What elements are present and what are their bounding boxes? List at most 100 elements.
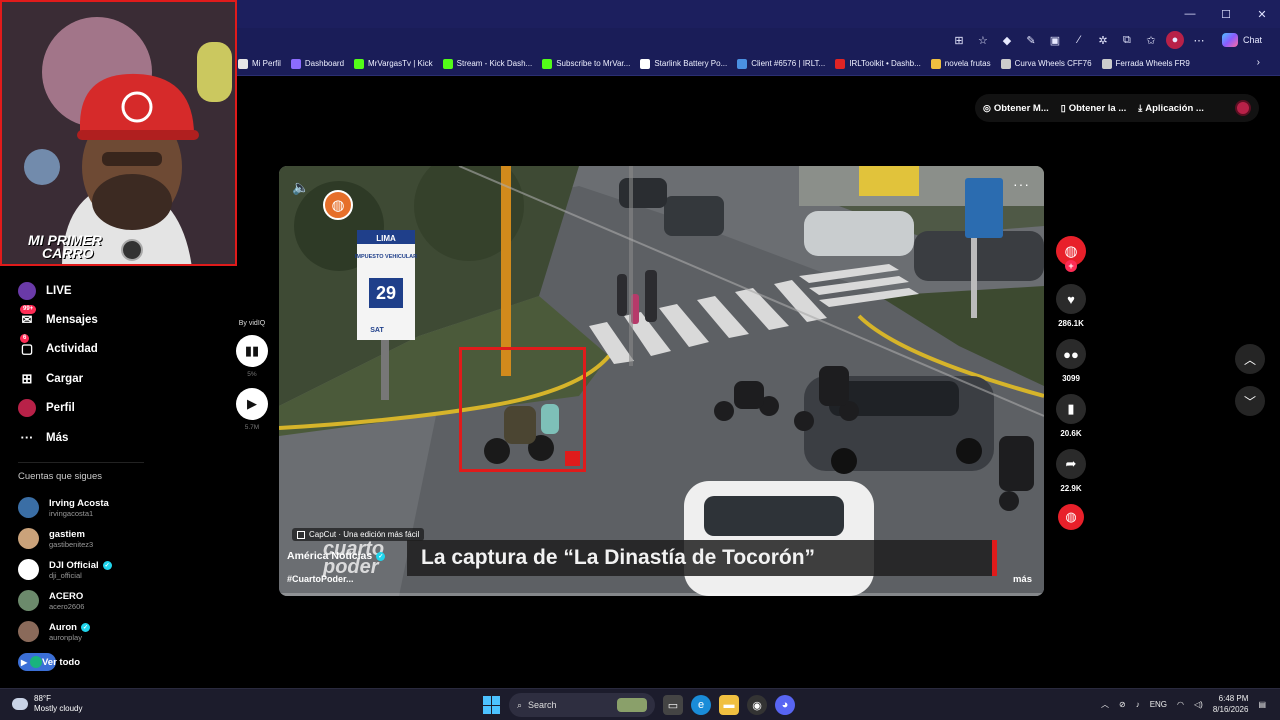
copilot-chat-button[interactable]: Chat [1221,33,1262,47]
account-handle: auronplay [49,632,82,642]
sound-globe-icon: ◍ [1065,509,1077,524]
play-button[interactable]: ▶ [236,388,268,420]
favorites-icon[interactable]: ✩ [1142,31,1160,49]
desktop-app-button[interactable]: ⤓ Aplicación ... [1138,103,1204,114]
extension-diamond-icon[interactable]: ◆ [998,31,1016,49]
vidiq-score: 5% [247,371,257,378]
windows-taskbar: 88°F Mostly cloudy ⌕ Search ▭ e ▬ ◉ ◕ ︿ … [0,688,1280,720]
minimize-button[interactable]: — [1172,0,1208,28]
see-all-label: Ver todo [42,656,81,668]
nav-item-mensajes[interactable]: ✉ 99+ Mensajes [18,305,158,334]
split-screen-icon[interactable]: ⧉ [1118,31,1136,49]
speaker-icon[interactable]: ◁) [1194,700,1203,709]
following-account[interactable]: gastiem gastibenitez3 [18,523,158,554]
comment-button[interactable]: ●● [1056,339,1086,369]
bookmark-item[interactable]: Mi Perfil [238,58,281,69]
microphone-icon[interactable]: ♪ [1136,700,1140,709]
video-progress-bar[interactable] [279,593,1044,596]
volume-icon[interactable]: 🔈 [292,179,309,196]
get-coins-button[interactable]: ◎ Obtener M... [983,103,1049,114]
network-off-icon[interactable]: ⊘ [1119,700,1126,709]
windows-start-icon[interactable] [483,696,501,714]
bookmark-item[interactable]: MrVargasTv | Kick [354,58,433,69]
next-video-button[interactable]: ﹀ [1235,386,1265,416]
bookmark-item[interactable]: Client #6576 | IRLT... [737,58,825,69]
bookmark-item[interactable]: IRLToolkit • Dashb... [835,58,921,69]
nav-item-más[interactable]: ··· Más [18,423,158,452]
bookmark-item[interactable]: novela frutas [930,58,991,69]
header-actions: ◎ Obtener M... ▯ Obtener la ... ⤓ Aplica… [975,94,1259,122]
vidiq-stats-button[interactable]: ▮▮ [236,335,268,367]
comment-icon: ●● [1063,346,1079,362]
language-indicator[interactable]: ENG [1150,700,1167,709]
extension-box-icon[interactable]: ▣ [1046,31,1064,49]
get-app-button[interactable]: ▯ Obtener la ... [1061,103,1127,114]
weather-desc: Mostly cloudy [34,704,83,713]
apps-icon[interactable]: ⊞ [950,31,968,49]
star-icon[interactable]: ☆ [974,31,992,49]
author-name[interactable]: América Noticias ✓ [287,550,386,562]
bookmark-item[interactable]: Stream - Kick Dash... [442,58,532,69]
bookmark-favicon-icon [1000,58,1011,69]
previous-video-button[interactable]: ︿ [1235,344,1265,374]
profile-avatar[interactable] [1235,100,1251,116]
tray-chevron-icon[interactable]: ︿ [1101,699,1109,710]
eyedropper-icon[interactable]: ⁄ [1070,31,1088,49]
nav-item-cargar[interactable]: ⊞ Cargar [18,364,158,393]
account-name: Irving Acosta [49,497,109,509]
puzzle-icon[interactable]: ✲ [1094,31,1112,49]
taskbar-clock[interactable]: 6:48 PM 8/16/2026 [1213,693,1249,715]
close-button[interactable]: ✕ [1244,0,1280,28]
weather-widget[interactable]: 88°F Mostly cloudy [12,694,82,714]
more-options-icon[interactable]: ··· [1013,176,1030,192]
task-view-icon[interactable]: ▭ [663,695,683,715]
more-description-link[interactable]: más [1013,574,1032,585]
bookmark-label: novela frutas [944,59,991,68]
account-handle: gastibenitez3 [49,539,94,549]
bookmark-item[interactable]: Starlink Battery Po... [640,58,727,69]
following-account[interactable]: ACERO acero2606 [18,585,158,616]
see-all-button[interactable]: ▶ Ver todo [18,653,158,672]
file-explorer-icon[interactable]: ▬ [719,695,739,715]
sign-impuesto-text: IMPUESTO VEHICULAR [355,254,417,260]
bookmark-item[interactable]: Curva Wheels CFF76 [1000,58,1092,69]
save-button[interactable]: ▮ [1056,394,1086,424]
obs-icon[interactable]: ◉ [747,695,767,715]
nav-item-actividad[interactable]: ▢ 6 Actividad [18,334,158,364]
bookmark-favicon-icon [290,58,301,69]
browser-profile-icon[interactable]: ● [1165,31,1184,49]
bookmarks-overflow-icon[interactable]: › [1257,57,1260,68]
nav-item-live[interactable]: LIVE [18,276,158,305]
pen-icon[interactable]: ✎ [1022,31,1040,49]
discord-icon[interactable]: ◕ [775,695,795,715]
wifi-icon[interactable]: ◠ [1177,700,1184,709]
maximize-button[interactable]: ☐ [1208,0,1244,28]
author-avatar-button[interactable]: ◍ + [1056,236,1086,272]
taskbar-search[interactable]: ⌕ Search [509,693,655,717]
account-avatar [18,497,39,519]
account-name: gastiem [49,528,85,540]
nav-item-perfil[interactable]: Perfil [18,394,158,423]
menu-dots-icon[interactable]: ⋯ [1190,31,1208,49]
following-account[interactable]: Irving Acosta irvingacosta1 [18,492,158,523]
following-account[interactable]: DJI Official ✓ dji_official [18,554,158,585]
more-icon: ··· [20,430,34,446]
bookmark-item[interactable]: Dashboard [290,58,344,69]
bookmark-item[interactable]: Ferrada Wheels FR9 [1101,58,1190,69]
heart-icon: ♥ [1067,291,1075,307]
caption-accent [992,540,997,576]
sound-disc-button[interactable]: ◍ [1058,504,1084,530]
following-account[interactable]: Auron ✓ auronplay [18,616,158,647]
sign-lima-text: LIMA [376,234,396,243]
bookmark-item[interactable]: Subscribe to MrVar... [542,58,630,69]
video-player[interactable]: LIMA IMPUESTO VEHICULAR 29 SAT 🔈 ◍ ··· C… [279,166,1044,596]
share-button[interactable]: ➦ [1056,449,1086,479]
like-button[interactable]: ♥ [1056,284,1086,314]
bookmark-favicon-icon [835,58,846,69]
edge-browser-icon[interactable]: e [691,695,711,715]
bookmark-label: IRLToolkit • Dashb... [849,59,921,68]
video-hashtag[interactable]: #CuartoPoder... [287,574,354,584]
webcam-overlay: MI PRIMER CARRO [0,0,237,266]
notification-icon[interactable]: ▤ [1258,700,1266,709]
follow-plus-icon[interactable]: + [1065,260,1077,272]
